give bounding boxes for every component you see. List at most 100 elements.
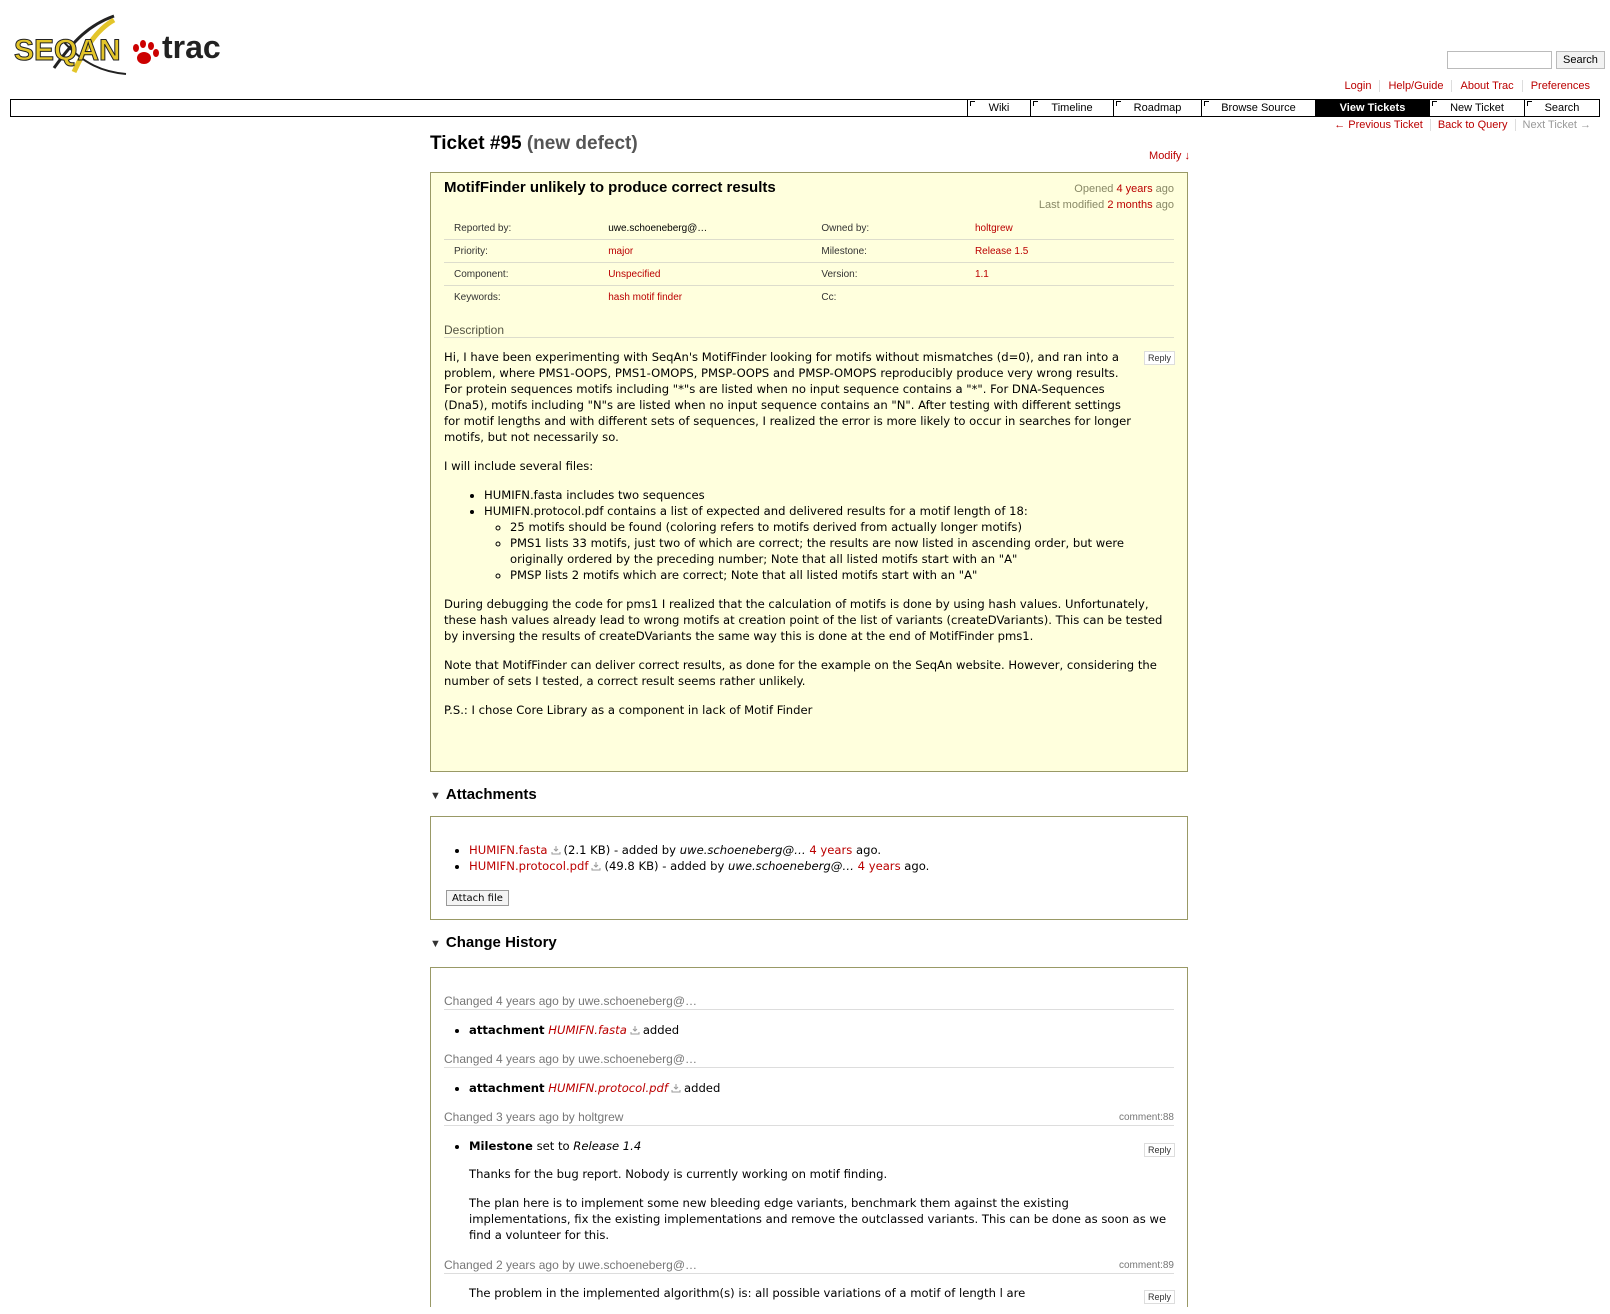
change-body: Milestone set to Release 1.4 Thanks for … [444, 1138, 1174, 1256]
comment-anchor-link[interactable]: comment:89 [1119, 1260, 1174, 1271]
change-header: Changed 4 years ago by uwe.schoeneberg@… [444, 1052, 1174, 1068]
description-heading: Description [444, 323, 1174, 338]
ticket-status: (new defect) [526, 133, 638, 154]
attach-file-button[interactable]: Attach file [446, 890, 509, 906]
description-paragraph: I will include several files: [444, 459, 594, 473]
collapse-triangle-icon[interactable]: ▼ [430, 790, 441, 802]
modify-link[interactable]: Modify ↓ [1149, 150, 1190, 162]
list-item: PMS1 lists 33 motifs, just two of which … [510, 535, 1174, 567]
attachment-item: HUMIFN.protocol.pdf(49.8 KB) - added by … [469, 858, 929, 874]
download-icon[interactable] [551, 845, 561, 855]
attachment-link[interactable]: HUMIFN.protocol.pdf [548, 1081, 668, 1095]
keywords-link[interactable]: hash motif finder [598, 285, 812, 308]
property-row: Priority: major Milestone: Release 1.5 [444, 239, 1174, 263]
change-item: attachment HUMIFN.fastaadded [469, 1022, 1174, 1038]
tab-view-tickets[interactable]: View Tickets [1315, 100, 1429, 116]
svg-text:trac: trac [162, 29, 221, 65]
main-nav: Wiki Timeline Roadmap Browse Source View… [10, 99, 1600, 117]
description-paragraph: Note that MotifFinder can deliver correc… [444, 658, 1157, 688]
change-body: attachment HUMIFN.protocol.pdfadded [444, 1080, 1174, 1096]
search-input[interactable] [1447, 51, 1552, 69]
description-paragraph: During debugging the code for pms1 I rea… [444, 597, 1163, 643]
change-header: Changed 2 years ago by uwe.schoeneberg@…… [444, 1258, 1174, 1274]
reporter-value: uwe.schoeneberg@… [608, 222, 708, 234]
list-item: 25 motifs should be found (coloring refe… [510, 519, 1174, 535]
collapse-triangle-icon[interactable]: ▼ [430, 938, 441, 950]
priority-link[interactable]: major [598, 239, 812, 263]
opened-age-link[interactable]: 4 years [1117, 183, 1153, 195]
next-ticket-link: Next Ticket → [1514, 119, 1598, 131]
file-list: HUMIFN.fasta includes two sequences HUMI… [444, 487, 1174, 583]
svg-text:SEQAN: SEQAN [14, 34, 121, 67]
comment-anchor-link[interactable]: comment:88 [1119, 1112, 1174, 1123]
comment-paragraph: The problem in the implemented algorithm… [469, 1286, 1026, 1300]
metanav: Login Help/Guide About Trac Preferences [1337, 80, 1598, 92]
ticket-box: MotifFinder unlikely to produce correct … [430, 172, 1188, 772]
tab-timeline[interactable]: Timeline [1030, 100, 1113, 116]
cc-value [964, 285, 1174, 308]
component-link[interactable]: Unspecified [598, 262, 812, 286]
attachment-list: HUMIFN.fasta(2.1 KB) - added by uwe.scho… [444, 842, 929, 874]
property-label: Milestone: [811, 239, 965, 263]
change-header: Changed 3 years ago by holtgrew comment:8… [444, 1110, 1174, 1126]
ticket-content: Ticket #95 (new defect) Modify ↓ MotifFi… [430, 130, 1190, 1307]
change-body: The problem in the implemented algorithm… [444, 1285, 1174, 1314]
tab-new-ticket[interactable]: New Ticket [1429, 100, 1524, 116]
tab-roadmap[interactable]: Roadmap [1113, 100, 1201, 116]
ticket-dates: Opened 4 years ago Last modified 2 month… [1038, 183, 1174, 211]
property-label: Keywords: [444, 285, 599, 308]
attachment-age-link[interactable]: 4 years [809, 843, 852, 857]
attachments-heading[interactable]: ▼ Attachments [430, 786, 537, 803]
comment-paragraph: Thanks for the bug report. Nobody is cur… [469, 1167, 888, 1181]
attachment-age-link[interactable]: 4 years [858, 859, 901, 873]
search-button[interactable]: Search [1556, 51, 1605, 69]
login-link[interactable]: Login [1337, 80, 1380, 92]
previous-ticket-link[interactable]: ← Previous Ticket [1327, 119, 1430, 131]
version-link[interactable]: 1.1 [964, 262, 1174, 286]
attachment-item: HUMIFN.fasta(2.1 KB) - added by uwe.scho… [469, 842, 929, 858]
milestone-link[interactable]: Release 1.5 [964, 239, 1174, 263]
property-label: Reported by: [454, 222, 512, 234]
owner-link[interactable]: holtgrew [965, 217, 1174, 240]
property-label: Version: [811, 262, 965, 286]
list-item: HUMIFN.protocol.pdf contains a list of e… [484, 503, 1174, 583]
list-item: PMSP lists 2 motifs which are correct; N… [510, 567, 1174, 583]
seqan-trac-logo[interactable]: SEQAN trac [14, 10, 229, 82]
property-row: Component: Unspecified Version: 1.1 [444, 262, 1174, 286]
download-icon[interactable] [671, 1083, 681, 1093]
attachment-link[interactable]: HUMIFN.protocol.pdf [469, 859, 588, 873]
ticket-number: Ticket #95 [430, 133, 522, 154]
about-trac-link[interactable]: About Trac [1451, 80, 1521, 92]
change-history-box: Changed 4 years ago by uwe.schoeneberg@…… [430, 967, 1188, 1307]
download-icon[interactable] [591, 861, 601, 871]
description-paragraph: P.S.: I chose Core Library as a componen… [444, 703, 813, 717]
modified-age-link[interactable]: 2 months [1107, 199, 1152, 211]
change-history-heading[interactable]: ▼ Change History [430, 934, 557, 951]
property-label: Owned by: [821, 222, 870, 234]
help-guide-link[interactable]: Help/Guide [1379, 80, 1451, 92]
change-item: attachment HUMIFN.protocol.pdfadded [469, 1080, 1174, 1096]
ticket-properties: Reported by: uwe.schoeneberg@… Owned by:… [444, 217, 1174, 308]
attachment-link[interactable]: HUMIFN.fasta [469, 843, 548, 857]
page-title: Ticket #95 (new defect) [430, 130, 1190, 158]
property-label: Component: [444, 262, 599, 286]
change-header: Changed 4 years ago by uwe.schoeneberg@… [444, 994, 1174, 1010]
property-row: Keywords: hash motif finder Cc: [444, 285, 1174, 308]
list-item: HUMIFN.fasta includes two sequences [484, 487, 1174, 503]
description-body: Hi, I have been experimenting with SeqAn… [444, 349, 1174, 731]
sub-list: 25 motifs should be found (coloring refe… [484, 519, 1174, 583]
attachment-link[interactable]: HUMIFN.fasta [548, 1023, 627, 1037]
change-body: attachment HUMIFN.fastaadded [444, 1022, 1174, 1038]
preferences-link[interactable]: Preferences [1521, 80, 1598, 92]
property-label: Cc: [811, 285, 965, 308]
download-icon[interactable] [630, 1025, 640, 1035]
tab-search[interactable]: Search [1524, 100, 1599, 116]
property-label: Priority: [444, 239, 599, 263]
attachments-box: HUMIFN.fasta(2.1 KB) - added by uwe.scho… [430, 816, 1188, 920]
tab-wiki[interactable]: Wiki [967, 100, 1030, 116]
tab-browse-source[interactable]: Browse Source [1201, 100, 1315, 116]
ticket-summary: MotifFinder unlikely to produce correct … [444, 179, 776, 196]
back-to-query-link[interactable]: Back to Query [1429, 119, 1515, 131]
description-paragraph: Hi, I have been experimenting with SeqAn… [444, 350, 1131, 444]
comment-paragraph: The plan here is to implement some new b… [469, 1196, 1167, 1242]
